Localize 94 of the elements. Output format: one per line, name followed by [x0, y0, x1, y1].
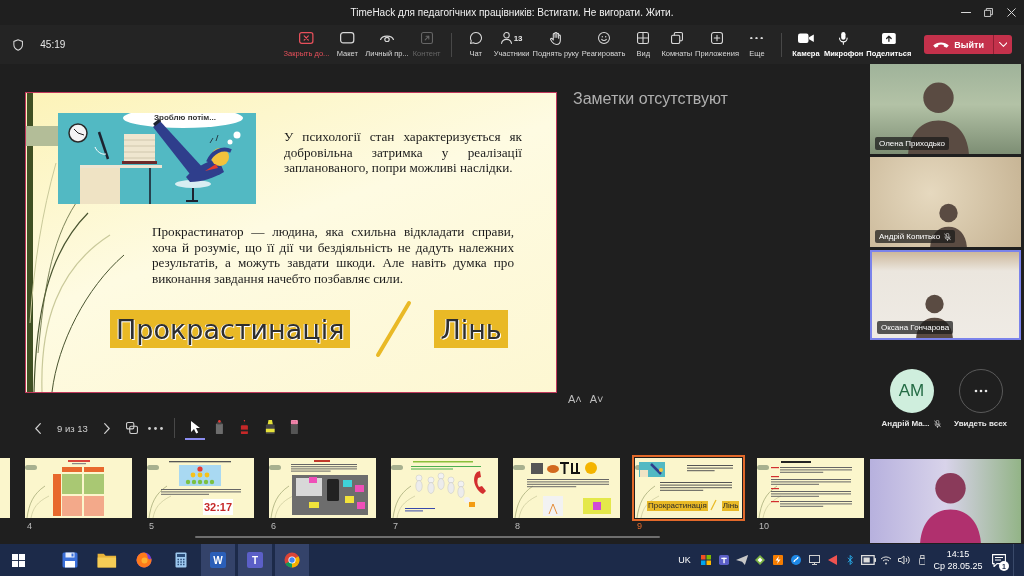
term-label: Прокрастинація [647, 501, 708, 511]
avatar: AM [889, 369, 934, 413]
chevron-right-icon [103, 422, 110, 434]
taskbar-app-button[interactable]: W [201, 544, 235, 576]
overlapping-squares-icon [125, 422, 138, 434]
start-menu-icon [11, 553, 25, 567]
folder-icon [97, 552, 117, 568]
slide-paragraph: У психології стан характеризується як добровільна затримка у реалізації запланованого, попри можливі наслідки. [284, 129, 522, 176]
notes-text: Заметки отсутствуют [573, 90, 728, 108]
slide-thumbnail[interactable] [391, 458, 498, 518]
leave-options-button[interactable] [993, 35, 1012, 54]
paper-plane-icon [735, 555, 749, 565]
hand-icon [550, 31, 562, 45]
window-title: TimeHack для педагогічних працівників: Встигати. Не вигорати. Жити. [350, 7, 674, 18]
volume-icon [898, 555, 910, 565]
participant-count: 13 [513, 33, 523, 43]
video-camera-icon [798, 33, 814, 43]
fox-globe-icon [136, 552, 152, 568]
more-icon [750, 36, 764, 40]
microphone-icon [839, 31, 848, 45]
phone-icon [933, 41, 950, 48]
app-letter-tile: W [210, 552, 226, 568]
slide-thumbnail[interactable]: 32:17 [147, 458, 254, 518]
chat-icon [469, 32, 482, 44]
slide-number: 5 [149, 521, 154, 531]
grid-icon [637, 32, 650, 44]
taskbar-app-button[interactable]: T [238, 544, 272, 576]
participant-name: Оксана Гончарова [881, 322, 950, 333]
plus-square-icon [711, 32, 723, 44]
app-letter-tile: T [247, 552, 263, 568]
usb-drive-icon [918, 555, 926, 565]
participant-name: Андрій Ма... [881, 419, 930, 428]
close-icon [1007, 8, 1016, 17]
highlighter-icon [264, 420, 276, 434]
arrowhead-icon [827, 555, 837, 565]
app-grid-icon [701, 555, 711, 565]
minimize-icon [960, 11, 971, 14]
slide-number: 8 [515, 521, 520, 531]
font-decrease-button[interactable]: A˅ [589, 393, 604, 405]
stop-sharing-icon [299, 32, 314, 44]
clock-time: 14:15 [946, 549, 970, 559]
restore-icon [984, 8, 993, 17]
pen-icon [240, 420, 250, 434]
bluetooth-icon [846, 555, 854, 565]
laser-pointer-icon [215, 420, 225, 434]
font-increase-button[interactable]: A˄ [568, 393, 582, 405]
slide-counter: 9 из 13 [57, 422, 88, 434]
more-icon [958, 369, 1003, 413]
shield-icon [13, 38, 24, 51]
term-label: Лінь [434, 310, 508, 349]
input-language[interactable]: UK [672, 555, 697, 565]
clock-button[interactable]: 14:15 Ср 28.05.25 [931, 544, 985, 576]
diamond-icon [755, 555, 765, 565]
more-icon [148, 426, 164, 430]
slide-paragraph: Прокрастинатор — людина, яка схильна відкладати справи, хоча й розуміє, що її дії чи бездіяльність не дадуть належних результатів, а можуть завдати шкоди. Але навіть думка про виконання завдання начебто позбавляє сили. [152, 224, 514, 287]
cursor-icon [189, 420, 200, 434]
calculator-icon [175, 552, 187, 568]
segmented-circle-icon [284, 552, 300, 568]
participant-name: Олена Приходько [879, 138, 946, 149]
term-label: Лінь [721, 501, 740, 511]
slide-number: 4 [27, 521, 32, 531]
lightning-tile-icon [773, 555, 783, 565]
wifi-icon [880, 555, 892, 565]
notification-icon [992, 553, 1006, 567]
rectangle-icon [340, 32, 355, 44]
horizontal-scrollbar[interactable] [195, 536, 660, 538]
meeting-timer: 45:19 [40, 39, 66, 50]
smiley-icon [597, 32, 610, 44]
eye-icon [380, 34, 394, 42]
person-icon [500, 32, 512, 44]
slide-number: 10 [759, 521, 769, 531]
participant-name: Андрій Копитько [879, 231, 941, 242]
slide-number: 9 [637, 521, 642, 531]
slide-thumbnail[interactable] [25, 458, 132, 518]
overlapping-squares-icon [670, 32, 683, 44]
slash-line-icon [375, 300, 413, 359]
monitor-icon [808, 555, 820, 565]
swirl-circle-icon [791, 555, 801, 565]
battery-icon [860, 555, 876, 565]
chevron-left-icon [35, 422, 41, 434]
share-icon [881, 32, 896, 44]
caret-down-icon [998, 42, 1008, 47]
slide-number: 7 [393, 521, 398, 531]
clock-date: Ср 28.05.25 [933, 561, 983, 571]
term-label: Прокрастинація [110, 310, 351, 349]
slide-thumbnail[interactable] [757, 458, 864, 518]
slide-thumbnail[interactable]: Прокрастинація Лінь [632, 455, 745, 521]
timer-text: 32:17 [202, 500, 234, 515]
thought-bubble-text: Зроблю потім... [154, 113, 216, 123]
see-all-button[interactable]: Увидеть всех [946, 369, 1015, 429]
leave-button[interactable]: Выйти [924, 35, 993, 54]
eraser-icon [290, 420, 300, 434]
slide-number: 6 [271, 521, 276, 531]
rounded-tile-icon [719, 555, 729, 565]
